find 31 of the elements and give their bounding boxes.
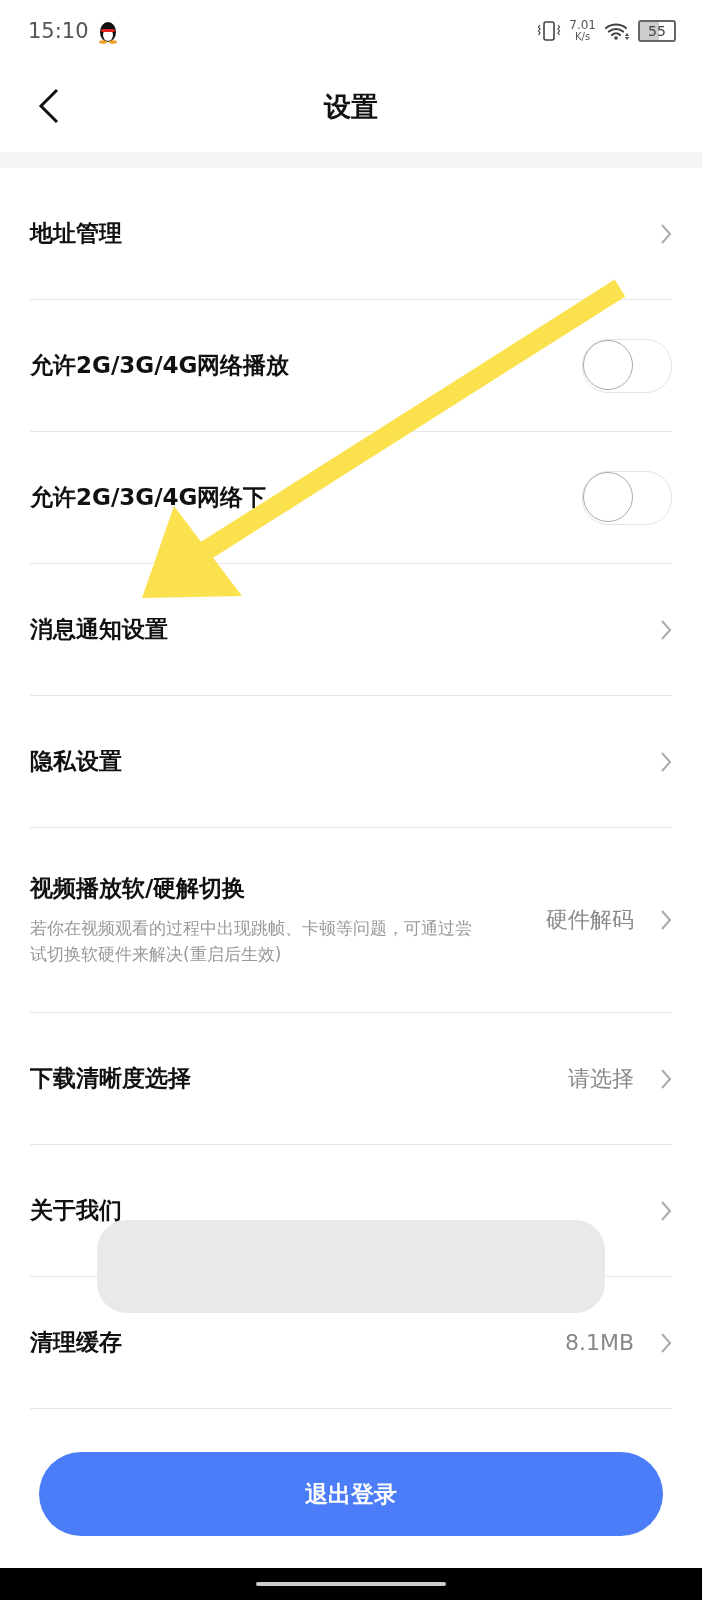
chevron-icon[interactable] [660, 909, 672, 931]
setting-label[interactable]: 消息通知设置 [30, 614, 168, 645]
setting-label[interactable]: 关于我们 [30, 1195, 122, 1226]
chevron-icon[interactable] [660, 1331, 672, 1354]
back-icon[interactable] [38, 88, 60, 124]
setting-label[interactable]: 允许2G/3G/4G网络下 [30, 482, 267, 513]
chevron-icon[interactable] [660, 1067, 672, 1090]
setting-label[interactable]: 视频播放软/硬解切换 [30, 873, 246, 904]
setting-label[interactable]: 下载清晰度选择 [30, 1063, 191, 1094]
toggle-switch[interactable] [582, 338, 672, 393]
setting-label[interactable]: 隐私设置 [30, 746, 122, 777]
setting-label[interactable]: 地址管理 [30, 218, 122, 249]
chevron-icon[interactable] [660, 1199, 672, 1222]
status-time: 15:10 [28, 19, 89, 43]
setting-value: 8.1MB [564, 1330, 634, 1355]
battery-icon: 55 [638, 20, 676, 42]
network-speed: 7.01 [569, 19, 596, 33]
setting-value: 硬件解码 [546, 906, 634, 934]
toggle-switch[interactable] [582, 470, 672, 525]
speed-unit: K/s [575, 32, 591, 43]
vibrate-icon [537, 20, 562, 42]
page-title: 设置 [324, 90, 378, 124]
chevron-icon[interactable] [660, 222, 672, 245]
setting-value: 请选择 [568, 1064, 634, 1093]
wifi-icon [604, 21, 630, 41]
chevron-icon[interactable] [660, 750, 672, 773]
setting-label[interactable]: 允许2G/3G/4G网络播放 [30, 350, 290, 381]
chevron-icon[interactable] [660, 618, 672, 641]
setting-description: 若你在视频观看的过程中出现跳帧、卡顿等问题，可通过尝试切换软硬件来解决(重启后生效) [30, 917, 473, 966]
setting-label[interactable]: 清理缓存 [30, 1327, 122, 1358]
logout-button[interactable]: 退出登录 [39, 1452, 663, 1536]
